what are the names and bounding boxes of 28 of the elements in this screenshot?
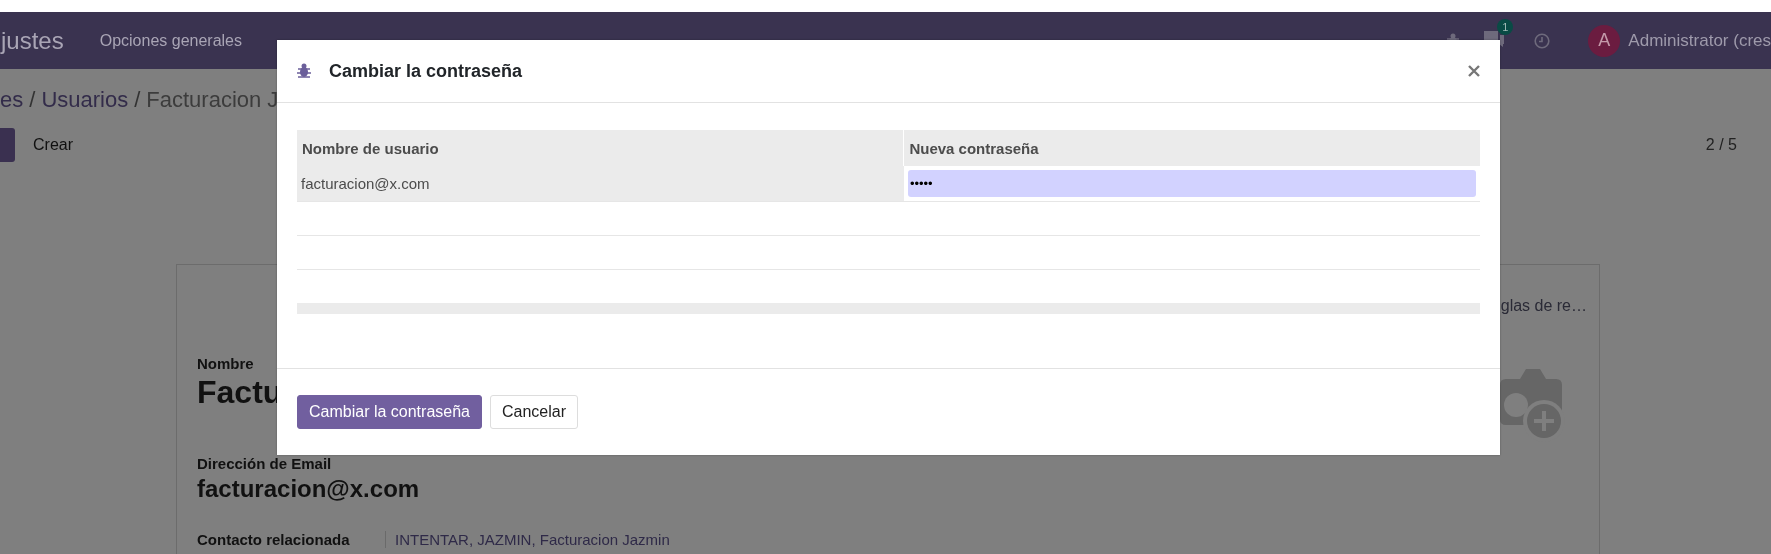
- breadcrumb-link[interactable]: es: [0, 87, 24, 113]
- clock-icon[interactable]: [1534, 32, 1551, 49]
- breadcrumb-link[interactable]: Usuarios: [41, 87, 129, 113]
- dialog-title: Cambiar la contraseña: [329, 60, 523, 82]
- menu-item[interactable]: Opciones generales: [99, 31, 242, 50]
- user-name[interactable]: Administrator (cres: [1628, 30, 1771, 51]
- smart-button[interactable]: glas de re…: [1500, 297, 1587, 315]
- breadcrumb-separator: /: [29, 87, 36, 113]
- table-cell: facturacion@x.com: [297, 166, 904, 202]
- contact-link[interactable]: INTENTAR, JAZMIN, Facturacion Jazmin: [395, 531, 670, 548]
- field-label: Dirección de Email: [197, 455, 333, 472]
- field-label: Contacto relacionada: [197, 531, 386, 548]
- field-label: Nombre: [197, 355, 255, 372]
- close-icon[interactable]: [1468, 65, 1480, 77]
- pager-counter: 2 / 5: [1705, 136, 1737, 154]
- cancel-button[interactable]: Cancelar: [489, 395, 578, 429]
- notification-badge: 1: [1497, 18, 1514, 35]
- email-value: facturacion@x.com: [197, 475, 421, 503]
- create-button[interactable]: Crear: [33, 136, 73, 154]
- column-header: Nueva contraseña: [903, 130, 1480, 166]
- bug-icon[interactable]: [297, 63, 311, 79]
- password-field[interactable]: •••••: [907, 170, 1476, 197]
- column-header: Nombre de usuario: [297, 130, 904, 166]
- user-avatar[interactable]: A: [1588, 24, 1621, 57]
- app-title[interactable]: justes: [1, 26, 64, 55]
- change-password-button[interactable]: Cambiar la contraseña: [297, 395, 482, 429]
- breadcrumb-current: Facturacion J: [146, 87, 279, 113]
- breadcrumb-separator: /: [134, 87, 141, 113]
